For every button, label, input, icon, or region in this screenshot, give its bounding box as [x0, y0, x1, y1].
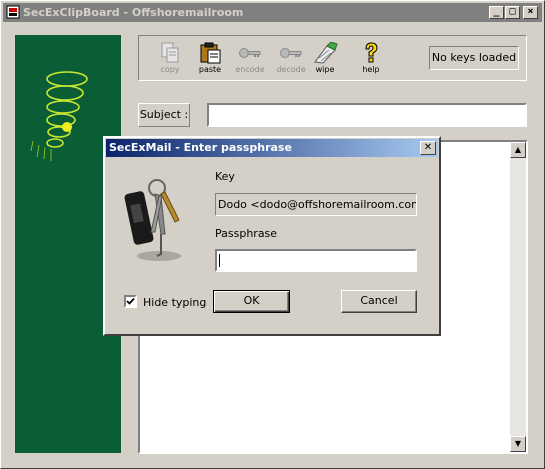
- help-icon: [365, 42, 378, 63]
- close-button[interactable]: ×: [523, 6, 538, 19]
- wipe-button[interactable]: wipe: [306, 40, 344, 78]
- arrow-up-icon: ▲: [514, 145, 522, 154]
- encode-label: encode: [235, 65, 265, 74]
- toolbar: copy paste encode decode wipe help No ke…: [138, 35, 527, 81]
- passphrase-label: Passphrase: [215, 227, 278, 240]
- paste-button[interactable]: paste: [191, 40, 229, 78]
- key-icon: [239, 48, 261, 58]
- scroll-up-button[interactable]: ▲: [510, 142, 526, 158]
- help-button[interactable]: help: [352, 40, 390, 78]
- keys-icon: [124, 179, 181, 261]
- decode-label: decode: [276, 65, 306, 74]
- minimize-icon: _: [493, 6, 500, 17]
- vertical-scrollbar[interactable]: ▲ ▼: [510, 142, 526, 452]
- passphrase-dialog: SecExMail - Enter passphrase ✕ Key Dodo …: [103, 136, 441, 336]
- dialog-title: SecExMail - Enter passphrase: [109, 141, 292, 154]
- key-label: Key: [215, 170, 235, 183]
- copy-button[interactable]: copy: [151, 40, 189, 78]
- window-title: SecExClipBoard - Offshoremailroom: [23, 6, 244, 19]
- dialog-titlebar[interactable]: SecExMail - Enter passphrase ✕: [106, 139, 438, 157]
- wipe-label: wipe: [315, 65, 335, 74]
- encode-button[interactable]: encode: [231, 40, 269, 78]
- maximize-button[interactable]: □: [505, 6, 520, 19]
- close-icon: ×: [527, 6, 534, 17]
- ok-button[interactable]: OK: [213, 290, 290, 313]
- minimize-button[interactable]: _: [489, 6, 504, 19]
- subject-input[interactable]: [207, 103, 527, 127]
- hide-typing-label: Hide typing: [143, 296, 207, 309]
- wipe-icon: [314, 42, 338, 64]
- decode-button[interactable]: decode: [272, 40, 310, 78]
- arrow-down-icon: ▼: [514, 439, 522, 448]
- key-icon: [280, 48, 302, 58]
- passphrase-input[interactable]: [215, 249, 417, 272]
- spiral-logo-icon: [30, 71, 88, 161]
- help-label: help: [362, 65, 380, 74]
- cancel-button[interactable]: Cancel: [341, 290, 417, 313]
- hide-typing-checkbox[interactable]: [124, 295, 137, 308]
- key-select[interactable]: Dodo <dodo@offshoremailroom.com>: [215, 193, 417, 216]
- paste-icon: [200, 42, 221, 64]
- app-icon: [6, 5, 20, 19]
- subject-label: Subject :: [138, 103, 190, 127]
- checkmark-icon: [126, 297, 135, 305]
- close-icon: ✕: [423, 142, 433, 153]
- maximize-icon: □: [509, 6, 516, 17]
- dialog-close-button[interactable]: ✕: [420, 141, 436, 155]
- paste-label: paste: [198, 65, 222, 74]
- text-caret: [219, 254, 220, 267]
- copy-icon: [161, 42, 179, 63]
- scroll-down-button[interactable]: ▼: [510, 436, 526, 452]
- copy-label: copy: [160, 65, 180, 74]
- key-status: No keys loaded: [429, 46, 519, 70]
- main-titlebar[interactable]: SecExClipBoard - Offshoremailroom _ □ ×: [3, 3, 542, 22]
